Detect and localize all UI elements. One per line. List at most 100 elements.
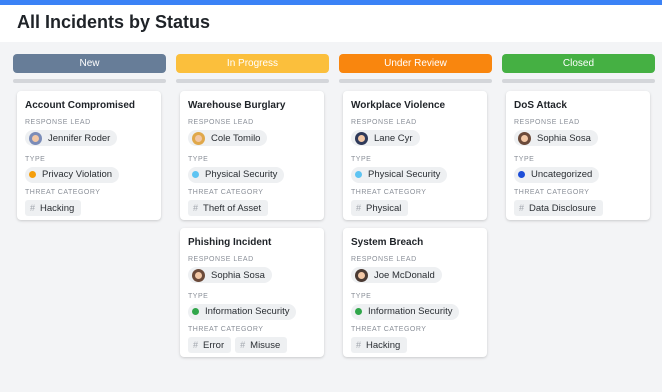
page-title: All Incidents by Status [17,12,211,32]
response-lead-chip[interactable]: Lane Cyr [351,130,420,146]
category-value: Hacking [366,339,401,351]
incident-card-phishing-incident[interactable]: Phishing Incident RESPONSE LEAD Sophia S… [180,228,324,357]
hash-icon: # [356,203,362,213]
type-label: TYPE [188,292,209,300]
column-divider [13,79,166,83]
hash-icon: # [30,203,36,213]
kanban-board: New In Progress Under Review Closed Acco… [0,42,662,392]
incident-card-dos-attack[interactable]: DoS Attack RESPONSE LEAD Sophia Sosa TYP… [506,91,650,220]
top-accent-bar [0,0,662,5]
type-label: TYPE [25,155,46,163]
column-under-review: Under Review [339,54,492,83]
card-title: System Breach [351,237,424,248]
response-lead-name: Cole Tomilo [211,132,261,144]
avatar [355,268,368,282]
column-header-under-review[interactable]: Under Review [339,54,492,73]
type-value: Privacy Violation [42,169,113,180]
response-lead-chip[interactable]: Sophia Sosa [514,130,598,146]
response-lead-chip[interactable]: Joe McDonald [351,267,442,283]
category-value: Data Disclosure [529,202,597,214]
category-tag[interactable]: # Error [188,337,232,353]
status-dot-icon [29,171,36,178]
category-tag[interactable]: # Hacking [25,200,82,216]
incident-card-workplace-violence[interactable]: Workplace Violence RESPONSE LEAD Lane Cy… [343,91,487,220]
response-lead-label: RESPONSE LEAD [514,119,580,126]
threat-category-label: THREAT CATEGORY [188,326,264,333]
hash-icon: # [356,340,362,350]
type-chip[interactable]: Physical Security [188,166,285,183]
response-lead-label: RESPONSE LEAD [25,119,91,126]
type-value: Information Security [368,306,453,317]
hash-icon: # [519,203,525,213]
incident-card-warehouse-burglary[interactable]: Warehouse Burglary RESPONSE LEAD Cole To… [180,91,324,220]
hash-icon: # [193,203,199,213]
column-header-new[interactable]: New [13,54,166,73]
type-label: TYPE [514,155,535,163]
category-tag[interactable]: # Physical [351,200,409,216]
type-label: TYPE [188,155,209,163]
type-label: TYPE [351,155,372,163]
threat-category-label: THREAT CATEGORY [351,326,427,333]
type-value: Uncategorized [531,169,593,180]
category-tag[interactable]: # Misuse [235,337,288,353]
response-lead-chip[interactable]: Jennifer Roder [25,130,118,146]
threat-category-label: THREAT CATEGORY [25,189,101,196]
response-lead-chip[interactable]: Cole Tomilo [188,130,268,146]
threat-category-label: THREAT CATEGORY [351,189,427,196]
card-title: Warehouse Burglary [188,100,286,111]
response-lead-label: RESPONSE LEAD [351,256,417,263]
type-value: Physical Security [368,169,441,180]
category-value: Physical [366,202,402,214]
avatar [29,131,42,145]
incident-card-system-breach[interactable]: System Breach RESPONSE LEAD Joe McDonald… [343,228,487,357]
column-header-closed[interactable]: Closed [502,54,655,73]
response-lead-name: Joe McDonald [374,269,435,281]
hash-icon: # [193,340,199,350]
type-chip[interactable]: Information Security [351,303,460,320]
type-chip[interactable]: Physical Security [351,166,448,183]
category-tag[interactable]: # Data Disclosure [514,200,604,216]
category-value: Theft of Asset [203,202,262,214]
response-lead-name: Sophia Sosa [537,132,591,144]
category-tag[interactable]: # Hacking [351,337,408,353]
category-value: Error [203,339,225,351]
status-dot-icon [192,308,199,315]
status-dot-icon [192,171,199,178]
type-label: TYPE [351,292,372,300]
type-value: Information Security [205,306,290,317]
avatar [192,268,205,282]
threat-category-label: THREAT CATEGORY [188,189,264,196]
type-value: Physical Security [205,169,278,180]
status-dot-icon [518,171,525,178]
hash-icon: # [240,340,246,350]
response-lead-label: RESPONSE LEAD [188,119,254,126]
column-header-in-progress[interactable]: In Progress [176,54,329,73]
avatar [518,131,531,145]
response-lead-name: Sophia Sosa [211,269,265,281]
card-title: Phishing Incident [188,237,272,248]
status-dot-icon [355,308,362,315]
column-new: New [13,54,166,83]
status-dot-icon [355,171,362,178]
incident-card-account-compromised[interactable]: Account Compromised RESPONSE LEAD Jennif… [17,91,161,220]
type-chip[interactable]: Privacy Violation [25,166,120,183]
column-divider [502,79,655,83]
card-title: Account Compromised [25,100,136,111]
response-lead-chip[interactable]: Sophia Sosa [188,267,272,283]
category-value: Misuse [250,339,281,351]
avatar [355,131,368,145]
response-lead-name: Lane Cyr [374,132,413,144]
type-chip[interactable]: Uncategorized [514,166,600,183]
response-lead-label: RESPONSE LEAD [351,119,417,126]
threat-category-label: THREAT CATEGORY [514,189,590,196]
card-title: DoS Attack [514,100,567,111]
column-divider [339,79,492,83]
column-in-progress: In Progress [176,54,329,83]
response-lead-label: RESPONSE LEAD [188,256,254,263]
category-tag[interactable]: # Theft of Asset [188,200,269,216]
avatar [192,131,205,145]
column-closed: Closed [502,54,655,83]
card-title: Workplace Violence [351,100,446,111]
response-lead-name: Jennifer Roder [48,132,111,144]
type-chip[interactable]: Information Security [188,303,297,320]
